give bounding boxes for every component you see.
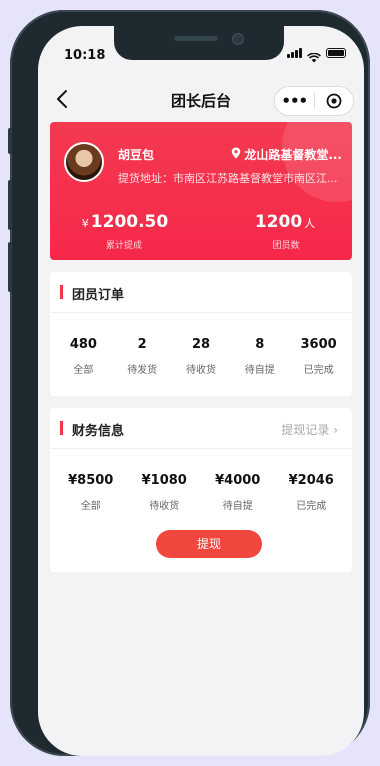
finance-card: 财务信息 提现记录 › ¥8500 全部 ¥1080 待收货 ¥4000 待自提 ¥2… — [50, 408, 352, 572]
finance-amount: ¥8500 — [68, 473, 114, 488]
finance-amount: ¥4000 — [215, 473, 261, 488]
front-camera — [232, 33, 244, 45]
finance-stats: ¥8500 全部 ¥1080 待收货 ¥4000 待自提 ¥2046 已完成 — [50, 449, 352, 512]
section-marker — [60, 421, 63, 435]
battery-icon — [326, 48, 346, 58]
commission-stat: ¥1200.50 累计提成 — [74, 212, 174, 251]
orders-card: 团员订单 480 全部 2 待发货 28 待收货 8 待自提 3600 已完成 — [50, 272, 352, 396]
members-unit: 人 — [304, 217, 316, 230]
pickup-address: 提货地址：市南区江苏路基督教堂市南区江... — [118, 172, 338, 185]
finance-label: 已完成 — [296, 501, 327, 512]
wifi-icon — [307, 48, 321, 63]
order-count: 480 — [69, 337, 97, 352]
speaker — [174, 36, 218, 41]
orders-title: 团员订单 — [72, 288, 125, 303]
volume-up-button — [8, 180, 12, 230]
orders-stats: 480 全部 2 待发货 28 待收货 8 待自提 3600 已完成 — [50, 313, 352, 376]
signal-icon — [287, 48, 302, 58]
close-target-icon[interactable] — [315, 93, 354, 109]
order-count: 2 — [137, 337, 147, 352]
order-label: 待发货 — [127, 365, 158, 376]
order-stat-to-ship[interactable]: 2 待发货 — [113, 337, 172, 376]
commission-value: 1200.50 — [90, 212, 169, 232]
status-time: 10:18 — [64, 48, 106, 63]
leader-name: 胡豆包 — [118, 148, 155, 162]
finance-stat-all[interactable]: ¥8500 全部 — [54, 473, 128, 512]
order-stat-self-pickup[interactable]: 8 待自提 — [230, 337, 289, 376]
finance-label: 待自提 — [222, 501, 253, 512]
phone-frame: 10:18 团长后台 ••• 胡豆包 龙山路基督教堂... 提货地址：市南区江苏… — [8, 10, 370, 756]
more-menu-button[interactable]: ••• — [275, 92, 314, 110]
location-pin-icon — [231, 147, 241, 162]
finance-header: 财务信息 提现记录 › — [50, 408, 352, 449]
nav-bar: 团长后台 ••• — [38, 78, 364, 120]
finance-stat-to-receive[interactable]: ¥1080 待收货 — [128, 473, 202, 512]
location-name: 龙山路基督教堂... — [244, 148, 342, 162]
volume-down-button — [8, 242, 12, 292]
avatar — [64, 142, 104, 182]
order-count: 28 — [191, 337, 211, 352]
withdraw-history-link[interactable]: 提现记录 › — [281, 421, 338, 438]
order-count: 3600 — [300, 337, 337, 352]
finance-amount: ¥2046 — [288, 473, 334, 488]
silent-switch — [8, 128, 12, 154]
members-label: 团员数 — [272, 241, 300, 251]
order-label: 全部 — [73, 365, 94, 376]
order-label: 待自提 — [244, 365, 275, 376]
finance-title: 财务信息 — [72, 424, 125, 439]
orders-header: 团员订单 — [50, 272, 352, 313]
notch — [114, 26, 284, 60]
menu-capsule: ••• — [274, 86, 354, 116]
order-stat-all[interactable]: 480 全部 — [54, 337, 113, 376]
pickup-location[interactable]: 龙山路基督教堂... — [231, 146, 342, 163]
finance-label: 全部 — [80, 501, 101, 512]
order-count: 8 — [255, 337, 265, 352]
members-stat: 1200 人 团员数 — [236, 212, 336, 251]
finance-stat-self-pickup[interactable]: ¥4000 待自提 — [201, 473, 275, 512]
status-icons — [287, 48, 346, 63]
order-label: 待收货 — [185, 365, 216, 376]
finance-label: 待收货 — [149, 501, 180, 512]
members-value: 1200 — [254, 212, 303, 232]
screen: 10:18 团长后台 ••• 胡豆包 龙山路基督教堂... 提货地址：市南区江苏… — [38, 26, 364, 756]
finance-amount: ¥1080 — [141, 473, 187, 488]
section-marker — [60, 285, 63, 299]
order-label: 已完成 — [303, 365, 334, 376]
currency-symbol: ¥ — [81, 217, 89, 230]
order-stat-to-receive[interactable]: 28 待收货 — [172, 337, 231, 376]
profile-card: 胡豆包 龙山路基督教堂... 提货地址：市南区江苏路基督教堂市南区江... ¥1… — [50, 122, 352, 260]
finance-stat-completed[interactable]: ¥2046 已完成 — [275, 473, 349, 512]
withdraw-button[interactable]: 提现 — [156, 530, 262, 558]
order-stat-completed[interactable]: 3600 已完成 — [289, 337, 348, 376]
commission-label: 累计提成 — [105, 241, 142, 251]
